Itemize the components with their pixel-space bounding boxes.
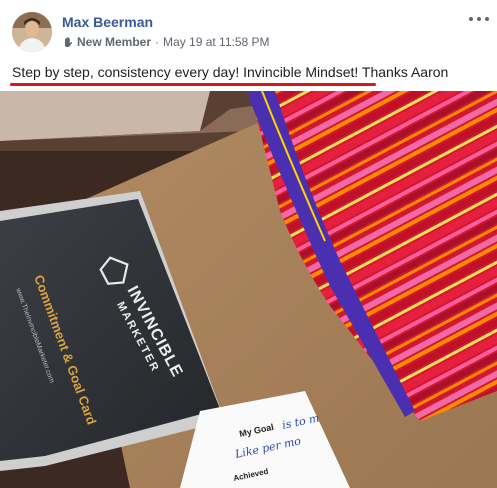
post-meta: New Member · May 19 at 11:58 PM xyxy=(62,35,270,49)
post-header: Max Beerman New Member · May 19 at 11:58… xyxy=(0,0,497,58)
new-member-hand-icon xyxy=(62,36,74,48)
post-photo[interactable]: INVINCIBLE MARKETER Commitment & Goal Ca… xyxy=(0,91,497,488)
more-options-icon[interactable] xyxy=(469,12,489,26)
post-timestamp[interactable]: May 19 at 11:58 PM xyxy=(163,35,270,49)
post-text: Step by step, consistency every day! Inv… xyxy=(12,64,449,80)
meta-separator: · xyxy=(155,35,160,49)
annotation-underline xyxy=(10,83,376,86)
group-post: Max Beerman New Member · May 19 at 11:58… xyxy=(0,0,497,488)
member-badge: New Member xyxy=(77,35,152,49)
avatar[interactable] xyxy=(12,12,52,52)
author-name[interactable]: Max Beerman xyxy=(62,14,153,30)
